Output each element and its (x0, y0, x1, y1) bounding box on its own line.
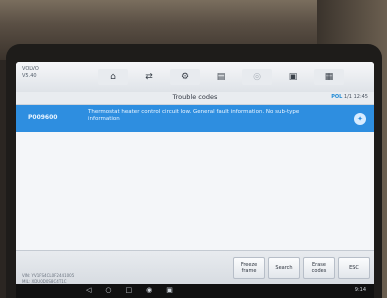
codes-list-area (16, 132, 374, 250)
android-nav-bar: ◁ ○ □ ◉ ▣ 9:14 (16, 284, 374, 298)
page-title: Trouble codes (172, 93, 218, 101)
recent-icon[interactable]: □ (126, 286, 133, 294)
top-toolbar: VOLVO V5.40 ⌂ ⇄ ⚙ ▤ ◎ ▣ ▦ (16, 62, 374, 93)
vehicle-info: VOLVO V5.40 (22, 66, 39, 80)
back-icon[interactable]: ◁ (86, 286, 91, 294)
count-label: POL (331, 94, 343, 100)
vehicle-swap-icon[interactable]: ⇄ (134, 69, 164, 85)
help-icon[interactable]: ◎ (242, 69, 272, 85)
screenshot-icon[interactable]: ▣ (166, 286, 173, 294)
camera-icon[interactable]: ◉ (146, 286, 152, 294)
info-icon[interactable]: ✦ (354, 113, 366, 125)
fault-row[interactable]: P009600 Thermostat heater control circui… (16, 105, 374, 132)
freeze-frame-button[interactable]: Freeze frame (233, 257, 265, 279)
home-icon[interactable]: ⌂ (98, 69, 128, 85)
print-icon[interactable]: ▤ (206, 69, 236, 85)
fault-description: Thermostat heater control circuit low. G… (88, 109, 300, 122)
title-bar: Trouble codes POL 1/1 12:45 (16, 92, 374, 105)
count-value: 1/1 (343, 94, 352, 100)
toolbar-icons: ⌂ ⇄ ⚙ ▤ ◎ ▣ ▦ (98, 69, 344, 85)
esc-button[interactable]: ESC (338, 257, 370, 279)
settings-icon[interactable]: ⚙ (170, 69, 200, 85)
search-button[interactable]: Search (268, 257, 300, 279)
code-count: POL 1/1 12:45 (331, 94, 368, 100)
diagnostic-screen: VOLVO V5.40 ⌂ ⇄ ⚙ ▤ ◎ ▣ ▦ Trouble codes … (16, 62, 374, 292)
erase-codes-button[interactable]: Erase codes (303, 257, 335, 279)
system-time: 9:14 (354, 287, 366, 293)
data-icon[interactable]: ▦ (314, 69, 344, 85)
home-nav-icon[interactable]: ○ (105, 286, 111, 294)
fault-code: P009600 (28, 114, 58, 121)
vehicle-make: VOLVO (22, 66, 39, 72)
nav-buttons: ◁ ○ □ ◉ ▣ (86, 286, 173, 294)
count-extra: 12:45 (353, 94, 368, 100)
vehicle-model: V5.40 (22, 73, 37, 79)
action-buttons: Freeze frame Search Erase codes ESC (233, 257, 370, 279)
save-icon[interactable]: ▣ (278, 69, 308, 85)
vin-line: VIN: YV1FS4CL0F2441005 (22, 273, 75, 278)
